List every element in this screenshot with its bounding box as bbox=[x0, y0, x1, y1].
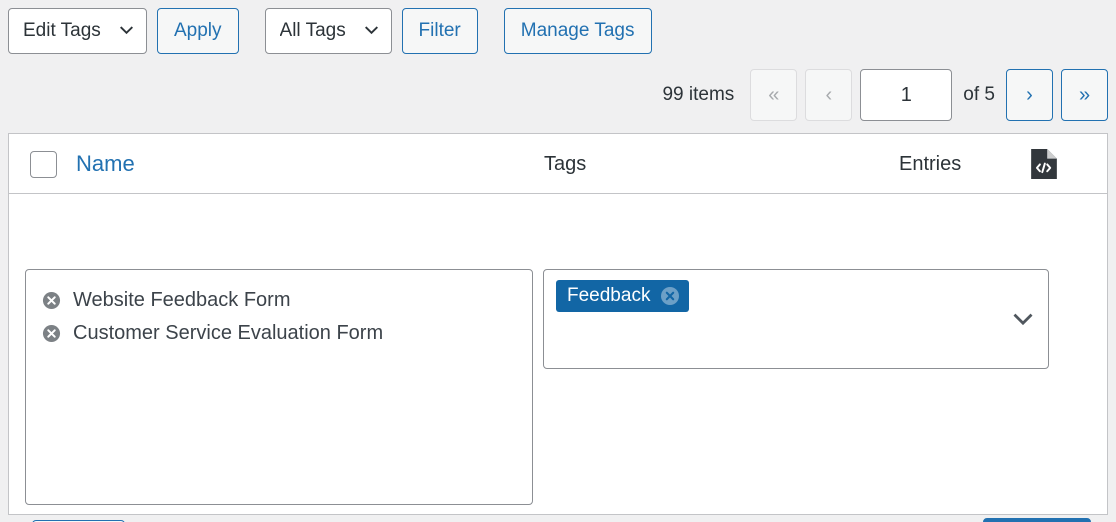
column-header-tags: Tags bbox=[544, 134, 586, 194]
tag-chip: Feedback bbox=[556, 280, 690, 312]
list-item-label: Customer Service Evaluation Form bbox=[73, 322, 384, 344]
shortcode-document-icon bbox=[1031, 149, 1057, 179]
next-page-button[interactable]: › bbox=[1006, 69, 1053, 121]
list-item-label: Website Feedback Form bbox=[73, 289, 291, 311]
pagination: 99 items « ‹ of 5 › » bbox=[662, 69, 1108, 121]
update-button[interactable]: Update bbox=[982, 518, 1091, 522]
selected-forms-ul: Website Feedback Form Customer Service E… bbox=[42, 284, 516, 350]
select-all-checkbox[interactable] bbox=[30, 150, 57, 178]
bulk-action-select-wrapper: Edit Tags bbox=[8, 8, 147, 54]
tag-filter-select[interactable]: All Tags bbox=[264, 8, 392, 54]
column-header-tags-label: Tags bbox=[544, 152, 587, 175]
remove-circle-icon[interactable] bbox=[42, 291, 61, 310]
column-header-shortcode bbox=[1031, 134, 1057, 194]
first-page-button[interactable]: « bbox=[750, 69, 798, 121]
total-pages-label: of 5 bbox=[963, 84, 995, 105]
remove-circle-icon[interactable] bbox=[42, 324, 61, 343]
prev-page-button[interactable]: ‹ bbox=[805, 69, 853, 121]
column-header-entries-label: Entries bbox=[899, 152, 962, 175]
remove-circle-icon[interactable] bbox=[660, 286, 680, 306]
selected-forms-list[interactable]: Website Feedback Form Customer Service E… bbox=[25, 269, 533, 505]
list-item: Website Feedback Form bbox=[42, 284, 516, 317]
current-page-input[interactable] bbox=[860, 69, 953, 121]
column-header-entries: Entries bbox=[899, 134, 961, 194]
forms-list-page: Edit Tags Apply All Tags Filter Manage T… bbox=[0, 0, 1116, 522]
forms-table: Name Tags Entries Website Feedback Form … bbox=[8, 133, 1108, 522]
bulk-edit-row: Website Feedback Form Customer Service E… bbox=[9, 194, 1107, 522]
column-header-name-label[interactable]: Name bbox=[76, 151, 135, 177]
tag-chip-label: Feedback bbox=[567, 285, 651, 306]
filter-button[interactable]: Filter bbox=[401, 8, 478, 54]
select-all-column bbox=[30, 134, 57, 194]
bulk-action-select[interactable]: Edit Tags bbox=[8, 8, 147, 54]
table-header-row: Name Tags Entries bbox=[9, 134, 1107, 194]
list-item: Customer Service Evaluation Form bbox=[42, 317, 516, 350]
last-page-button[interactable]: » bbox=[1061, 69, 1108, 121]
tags-multiselect-field[interactable]: Feedback bbox=[543, 269, 1049, 369]
chevron-down-icon[interactable] bbox=[1012, 308, 1034, 330]
items-count: 99 items bbox=[662, 84, 735, 105]
tag-filter-select-wrapper: All Tags bbox=[264, 8, 392, 54]
apply-button[interactable]: Apply bbox=[157, 8, 239, 54]
bulk-actions-toolbar: Edit Tags Apply All Tags Filter Manage T… bbox=[8, 7, 652, 55]
column-header-name[interactable]: Name bbox=[76, 134, 135, 194]
manage-tags-button[interactable]: Manage Tags bbox=[503, 8, 652, 54]
paging-input: of 5 bbox=[860, 69, 1006, 121]
